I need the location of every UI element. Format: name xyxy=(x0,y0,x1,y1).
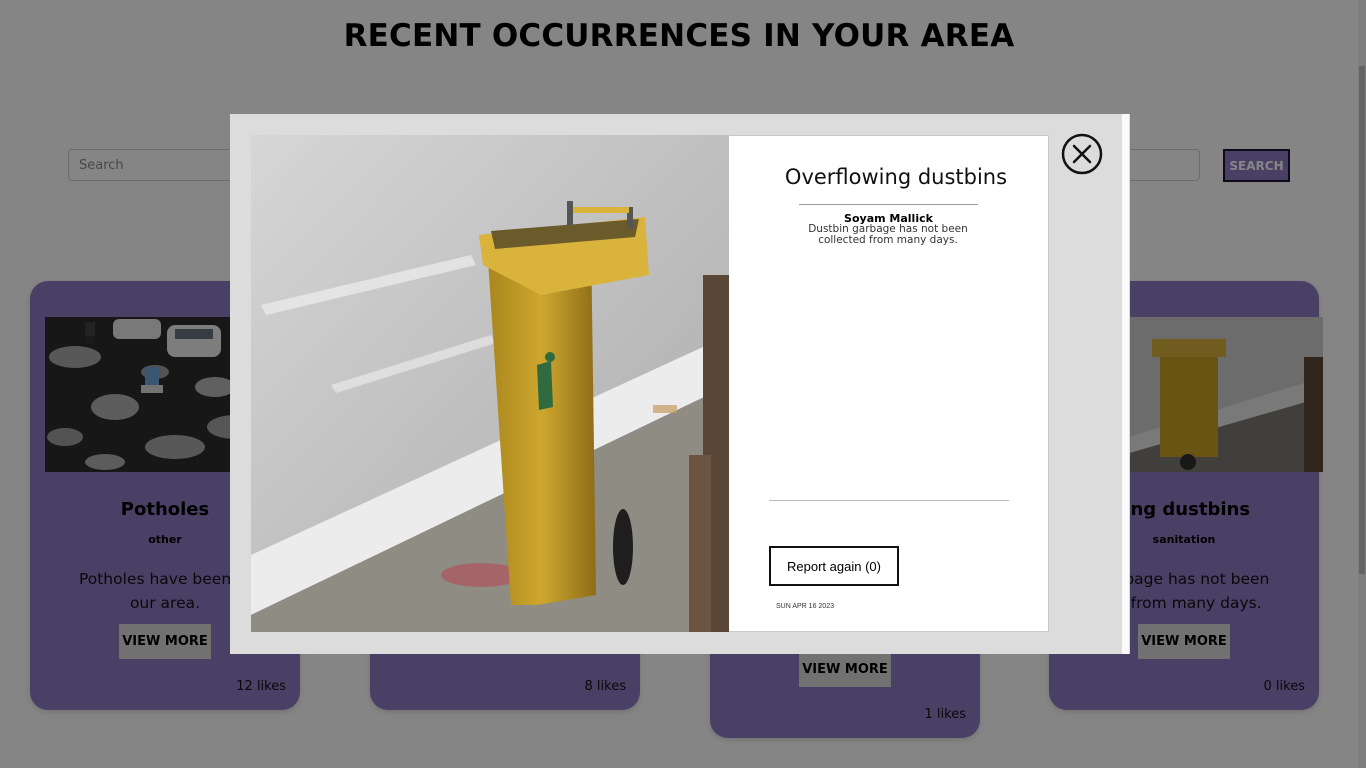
modal-title: Overflowing dustbins xyxy=(784,165,1008,189)
dustbin-photo xyxy=(251,135,729,632)
divider xyxy=(769,500,1009,501)
modal-edge xyxy=(1122,114,1129,654)
report-again-button[interactable]: Report again (0) xyxy=(769,546,899,586)
close-modal-button[interactable] xyxy=(1061,133,1103,175)
modal-description-line: collected from many days. xyxy=(818,234,958,246)
post-date: SUN APR 16 2023 xyxy=(776,603,834,610)
modal-description: Dustbin garbage has not been collected f… xyxy=(797,224,979,246)
divider xyxy=(799,204,978,205)
close-circle-icon xyxy=(1061,133,1103,175)
